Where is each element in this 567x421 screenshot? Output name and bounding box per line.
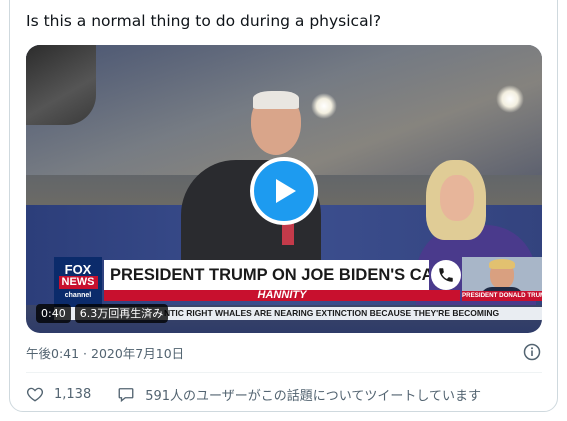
logo-sub: channel: [64, 291, 92, 299]
tweet-text: Is this a normal thing to do during a ph…: [26, 12, 382, 30]
discussion-link[interactable]: 591人のユーザーがこの話題についてツイートしています: [117, 385, 481, 404]
stage-light: [311, 93, 337, 119]
video-duration: 0:40: [36, 303, 71, 323]
tweet-actions: 1,138 591人のユーザーがこの話題についてツイートしています: [26, 384, 481, 404]
logo-top: FOX: [64, 261, 92, 277]
news-chyron: FOX NEWS channel PRESIDENT TRUMP ON JOE …: [54, 257, 542, 320]
like-count: 1,138: [54, 386, 92, 402]
chyron-headline: PRESIDENT TRUMP ON JOE BIDEN'S CAMPAIGN: [104, 260, 429, 290]
stage-light: [496, 85, 524, 113]
video-frame-hair: [253, 91, 299, 109]
info-icon[interactable]: [523, 343, 541, 361]
divider: [26, 372, 542, 373]
inset-label: PRESIDENT DONALD TRUMP: [462, 291, 542, 301]
video-player[interactable]: FOX NEWS channel PRESIDENT TRUMP ON JOE …: [26, 45, 542, 333]
speech-bubble-icon: [118, 388, 134, 403]
show-name: HANNITY: [104, 290, 460, 301]
video-frame-camera: [26, 45, 96, 125]
logo-bottom: NEWS: [58, 275, 98, 289]
discussion-text: 591人のユーザーがこの話題についてツイートしています: [145, 388, 481, 404]
phone-icon: [431, 260, 461, 290]
play-icon: [276, 179, 296, 203]
heart-icon: [26, 387, 44, 402]
video-status-bar: 0:40 6.3万回再生済み: [36, 303, 169, 323]
video-frame-face: [440, 175, 474, 221]
fox-news-logo: FOX NEWS channel: [54, 257, 102, 307]
like-button[interactable]: 1,138: [26, 385, 91, 403]
play-button[interactable]: [250, 157, 318, 225]
tweet-timestamp[interactable]: 午後0:41 · 2020年7月10日: [26, 343, 184, 362]
view-count: 6.3万回再生済み: [74, 303, 169, 323]
